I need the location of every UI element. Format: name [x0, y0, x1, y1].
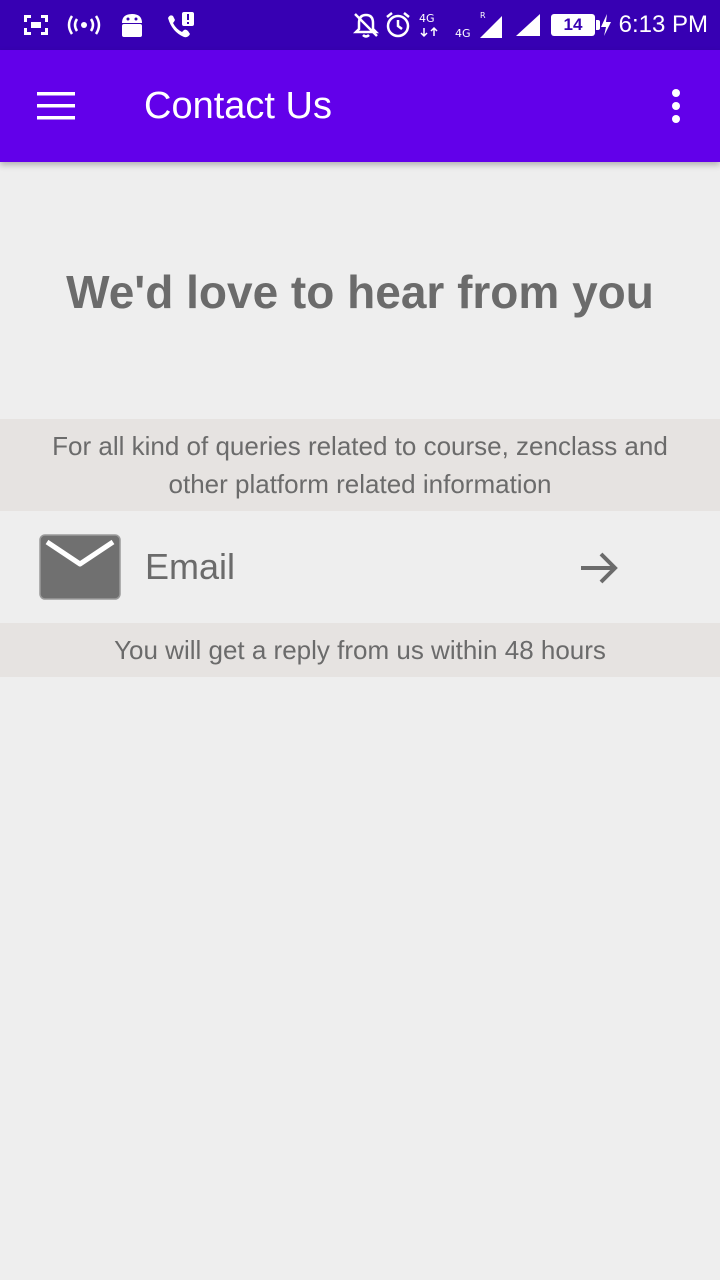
more-options-button[interactable] — [652, 76, 700, 136]
reply-text: You will get a reply from us within 48 h… — [114, 635, 606, 665]
hamburger-menu-icon — [37, 92, 75, 120]
svg-text:R: R — [480, 11, 486, 20]
network-4g-label: 4G — [419, 12, 435, 25]
info-banner: For all kind of queries related to cours… — [0, 419, 720, 511]
signal-icon — [514, 9, 542, 41]
menu-button[interactable] — [20, 76, 92, 136]
signal-4g-label: 4G — [455, 27, 471, 40]
headline: We'd love to hear from you — [66, 266, 654, 318]
hotspot-icon — [66, 9, 102, 41]
status-time: 6:13 PM — [618, 11, 708, 38]
mail-icon — [39, 534, 121, 600]
app-bar: Contact Us — [0, 50, 720, 162]
network-4g-icon: 4G — [418, 9, 444, 41]
alarm-icon — [384, 9, 412, 41]
battery-icon: 14 — [551, 14, 600, 36]
email-contact-row[interactable]: Email — [0, 511, 720, 623]
android-icon — [118, 9, 146, 41]
page-title: Contact Us — [144, 85, 332, 127]
call-alert-icon — [164, 9, 196, 41]
arrow-forward-icon[interactable] — [577, 546, 621, 590]
signal-4g-icon: 4G R — [454, 9, 504, 41]
screenshot-icon — [22, 9, 50, 41]
more-vert-icon — [672, 89, 680, 123]
status-bar: 4G 4G R 14 6:13 PM — [0, 0, 720, 50]
notifications-off-icon — [352, 9, 380, 41]
charging-icon — [600, 9, 612, 41]
email-label: Email — [145, 546, 236, 587]
reply-banner: You will get a reply from us within 48 h… — [0, 623, 720, 677]
info-text: For all kind of queries related to cours… — [52, 431, 668, 499]
